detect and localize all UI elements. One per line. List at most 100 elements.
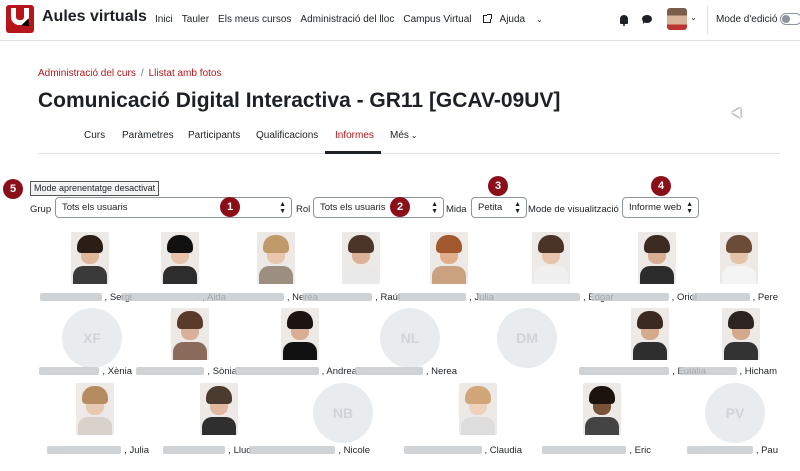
redacted-surname — [542, 446, 627, 454]
participant-first-name: Hicham — [744, 366, 777, 377]
notifications-bell-icon[interactable] — [620, 15, 628, 26]
redacted-surname — [678, 367, 737, 375]
participant-photo[interactable] — [171, 308, 209, 360]
annotation-badge-4: 4 — [651, 176, 671, 196]
primary-nav: Inici Tauler Els meus cursos Administrac… — [155, 14, 561, 25]
user-avatar[interactable] — [667, 8, 687, 30]
participant-photo[interactable] — [631, 308, 669, 360]
nav-link-home[interactable]: Inici — [155, 14, 173, 25]
annotation-badge-2: 2 — [390, 197, 410, 217]
participant-first-name: Pere — [757, 292, 778, 303]
size-select[interactable]: Petita ▲ ▼ — [471, 197, 527, 218]
participant-initials-avatar[interactable]: XF — [62, 308, 122, 368]
tab-more-label: Més — [390, 130, 409, 141]
role-select[interactable]: Tots els usuaris ▲ ▼ — [313, 197, 444, 218]
participant-initials-avatar[interactable]: NL — [380, 308, 440, 368]
active-tab-indicator — [325, 151, 381, 154]
select-arrows-icon: ▲ ▼ — [431, 201, 438, 215]
breadcrumb-separator: / — [140, 68, 144, 79]
participant-photo[interactable] — [257, 232, 295, 284]
nav-link-site-admin[interactable]: Administració del lloc — [300, 14, 394, 25]
participant-name[interactable]: , Claudia — [392, 445, 522, 456]
participant-photo[interactable] — [76, 383, 114, 435]
participant-photo[interactable] — [720, 232, 758, 284]
participant-photo[interactable] — [200, 383, 238, 435]
role-label: Rol — [296, 204, 311, 215]
messages-chat-icon[interactable] — [642, 15, 652, 24]
view-mode-select-value: Informe web — [629, 202, 682, 213]
size-label: Mida — [446, 204, 467, 215]
edit-mode-toggle[interactable] — [780, 13, 800, 25]
participant-photo[interactable] — [532, 232, 570, 284]
nav-link-help-label: Ajuda — [499, 14, 526, 25]
tab-more[interactable]: Més ⌄ — [390, 130, 418, 141]
learning-mode-button[interactable]: Mode aprenentatge desactivat — [30, 181, 160, 196]
participant-photo[interactable] — [430, 232, 468, 284]
user-menu-chevron-icon[interactable]: ⌄ — [690, 13, 697, 22]
tab-participants[interactable]: Participants — [188, 130, 240, 141]
participant-name[interactable]: , Sònia — [107, 366, 237, 377]
participant-photo[interactable] — [638, 232, 676, 284]
participant-photo[interactable] — [583, 383, 621, 435]
participant-name[interactable]: , Pere — [648, 292, 778, 303]
participant-name[interactable]: , Hicham — [647, 366, 777, 377]
select-arrows-icon: ▲ ▼ — [514, 201, 521, 215]
view-mode-label: Mode de visualització — [528, 204, 619, 215]
participant-name[interactable]: , Lluc — [121, 445, 251, 456]
participant-name[interactable]: , Eric — [521, 445, 651, 456]
participant-photo[interactable] — [71, 232, 109, 284]
tab-grades[interactable]: Qualificacions — [256, 130, 318, 141]
redacted-surname — [398, 293, 467, 301]
participant-first-name: Nicole — [343, 445, 370, 456]
participant-photo[interactable] — [459, 383, 497, 435]
size-select-value: Petita — [478, 202, 503, 213]
redacted-surname — [686, 446, 753, 454]
course-tabs: Curs Paràmetres Participants Qualificaci… — [38, 120, 780, 154]
participant-initials-avatar[interactable]: NB — [313, 383, 373, 443]
view-mode-select[interactable]: Informe web ▲ ▼ — [622, 197, 699, 218]
participant-first-name: Claudia — [489, 445, 522, 456]
redacted-surname — [39, 367, 100, 375]
participant-name[interactable]: , Nerea — [327, 366, 457, 377]
nav-link-help[interactable]: Ajuda ⌄ — [500, 14, 552, 25]
redacted-surname — [136, 367, 205, 375]
breadcrumb-photo-list[interactable]: Llistat amb fotos — [149, 68, 222, 79]
participant-name[interactable]: , Julia — [364, 292, 494, 303]
top-navbar: Aules virtuals Inici Tauler Els meus cur… — [0, 0, 800, 41]
redacted-surname — [354, 367, 423, 375]
role-select-value: Tots els usuaris — [320, 202, 386, 213]
redacted-surname — [163, 446, 226, 454]
chevron-down-icon: ⌄ — [410, 131, 418, 140]
redacted-surname — [403, 446, 482, 454]
group-label: Grup — [30, 204, 52, 215]
group-select[interactable]: Tots els usuaris ▲ ▼ — [55, 197, 292, 218]
participant-initials-avatar[interactable]: DM — [497, 308, 557, 368]
select-arrows-icon: ▲ ▼ — [279, 201, 286, 215]
annotation-badge-5: 5 — [3, 179, 23, 199]
participant-photo[interactable] — [722, 308, 760, 360]
redacted-surname — [39, 293, 102, 301]
chevron-down-icon: ⌄ — [536, 15, 543, 24]
nav-link-my-courses[interactable]: Els meus cursos — [218, 14, 291, 25]
participant-name[interactable]: , Pau — [648, 445, 778, 456]
group-select-value: Tots els usuaris — [62, 202, 128, 213]
participant-first-name: Pau — [761, 445, 778, 456]
participant-name[interactable]: , Nicole — [240, 445, 370, 456]
participant-initials-avatar[interactable]: PV — [705, 383, 765, 443]
annotation-badge-3: 3 — [488, 176, 508, 196]
participant-photo[interactable] — [281, 308, 319, 360]
nav-link-dashboard[interactable]: Tauler — [182, 14, 209, 25]
breadcrumb: Administració del curs / Llistat amb fotos — [38, 68, 221, 79]
breadcrumb-course-admin[interactable]: Administració del curs — [38, 68, 136, 79]
redacted-surname — [691, 293, 750, 301]
participant-first-name: Nerea — [431, 366, 457, 377]
tab-course[interactable]: Curs — [84, 130, 105, 141]
redacted-surname — [478, 293, 580, 301]
participant-photo[interactable] — [342, 232, 380, 284]
nav-link-campus-virtual[interactable]: Campus Virtual — [403, 14, 492, 25]
tab-settings[interactable]: Paràmetres — [122, 130, 174, 141]
redacted-surname — [302, 293, 373, 301]
tab-reports[interactable]: Informes — [335, 130, 374, 141]
participant-photo[interactable] — [161, 232, 199, 284]
site-brand[interactable]: Aules virtuals — [42, 8, 147, 26]
